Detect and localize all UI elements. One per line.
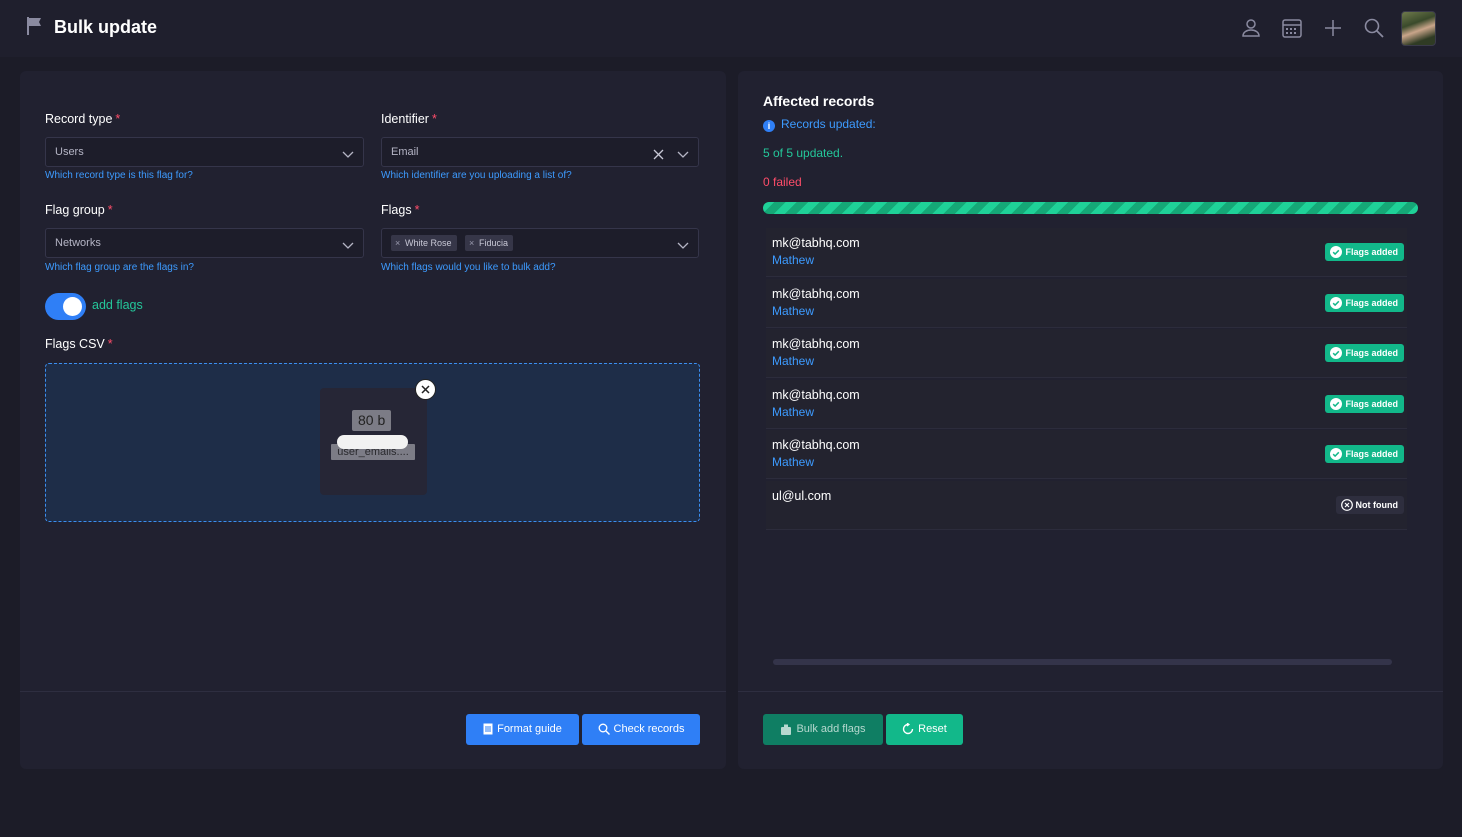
avatar[interactable] xyxy=(1401,11,1436,46)
top-bar: Bulk update xyxy=(0,0,1462,57)
add-flags-toggle[interactable] xyxy=(45,293,86,320)
status-badge-label: Flags added xyxy=(1345,298,1398,308)
flag-group-select[interactable]: Networks xyxy=(45,228,364,258)
close-icon xyxy=(421,385,430,394)
close-icon[interactable]: × xyxy=(395,235,400,251)
upload-progress-bar xyxy=(337,435,408,449)
record-type-help: Which record type is this flag for? xyxy=(45,170,193,181)
x-circle-icon xyxy=(1340,499,1353,517)
updated-count: 5 of 5 updated. xyxy=(763,146,844,160)
flag-icon xyxy=(26,16,44,41)
reset-button[interactable]: Reset xyxy=(886,714,963,745)
status-badge: Flags added xyxy=(1325,445,1404,463)
close-icon[interactable]: × xyxy=(469,235,474,251)
format-guide-button[interactable]: Format guide xyxy=(466,714,579,745)
document-icon xyxy=(483,723,493,735)
record-email: mk@tabhq.com xyxy=(772,287,860,301)
record-name-link[interactable]: Mathew xyxy=(772,253,814,267)
search-icon xyxy=(598,723,610,735)
check-circle-icon xyxy=(1330,297,1343,315)
toggle-knob xyxy=(63,297,82,316)
trash-icon xyxy=(781,724,792,735)
identifier-help: Which identifier are you uploading a lis… xyxy=(381,170,572,181)
chevron-down-icon xyxy=(342,147,354,165)
flags-help: Which flags would you like to bulk add? xyxy=(381,262,556,273)
info-icon: i xyxy=(763,120,775,132)
record-email: ul@ul.com xyxy=(772,489,832,503)
status-badge: Flags added xyxy=(1325,395,1404,413)
flag-group-value: Networks xyxy=(55,237,101,249)
table-row[interactable]: mk@tabhq.com Mathew Flags added xyxy=(766,380,1407,429)
flag-group-help: Which flag group are the flags in? xyxy=(45,262,194,273)
record-type-value: Users xyxy=(55,146,84,158)
chevron-down-icon xyxy=(342,238,354,256)
status-badge: Flags added xyxy=(1325,294,1404,312)
status-badge-label: Flags added xyxy=(1345,399,1398,409)
update-progress-bar xyxy=(763,202,1418,214)
record-type-select[interactable]: Users xyxy=(45,137,364,167)
identifier-select[interactable]: Email xyxy=(381,137,699,167)
flags-csv-label: Flags CSV * xyxy=(45,337,113,351)
status-badge-label: Not found xyxy=(1355,500,1398,510)
table-row[interactable]: mk@tabhq.com Mathew Flags added xyxy=(766,228,1407,277)
record-email: mk@tabhq.com xyxy=(772,236,860,250)
user-icon[interactable] xyxy=(1240,17,1262,39)
record-email: mk@tabhq.com xyxy=(772,438,860,452)
horizontal-scrollbar[interactable] xyxy=(773,659,1392,665)
status-badge: Flags added xyxy=(1325,344,1404,362)
status-badge-label: Flags added xyxy=(1345,348,1398,358)
check-circle-icon xyxy=(1330,246,1343,264)
record-name-link[interactable]: Mathew xyxy=(772,405,814,419)
table-row[interactable]: mk@tabhq.com Mathew Flags added xyxy=(766,279,1407,328)
identifier-label: Identifier * xyxy=(381,112,437,126)
record-name-link[interactable]: Mathew xyxy=(772,455,814,469)
search-icon[interactable] xyxy=(1363,17,1385,39)
identifier-value: Email xyxy=(391,146,419,158)
failed-count: 0 failed xyxy=(763,175,802,189)
flags-multiselect[interactable]: × White Rose × Fiducia xyxy=(381,228,699,258)
plus-icon[interactable] xyxy=(1322,17,1344,39)
record-type-label: Record type * xyxy=(45,112,121,126)
table-row[interactable]: ul@ul.com Not found xyxy=(766,481,1407,530)
record-email: mk@tabhq.com xyxy=(772,388,860,402)
chevron-down-icon xyxy=(677,147,689,165)
check-circle-icon xyxy=(1330,347,1343,365)
record-name-link[interactable]: Mathew xyxy=(772,304,814,318)
chevron-down-icon xyxy=(677,238,689,256)
file-size: 80 b xyxy=(352,410,392,431)
page-title: Bulk update xyxy=(54,17,158,37)
bulk-add-flags-button[interactable]: Bulk add flags xyxy=(763,714,883,745)
flag-tag[interactable]: × White Rose xyxy=(391,235,457,251)
check-circle-icon xyxy=(1330,448,1343,466)
status-badge: Not found xyxy=(1335,496,1404,517)
record-email: mk@tabhq.com xyxy=(772,337,860,351)
table-row[interactable]: mk@tabhq.com Mathew Flags added xyxy=(766,329,1407,378)
calendar-icon[interactable] xyxy=(1281,17,1303,39)
divider xyxy=(20,691,726,692)
status-badge-label: Flags added xyxy=(1345,247,1398,257)
check-records-button[interactable]: Check records xyxy=(582,714,700,745)
record-name-link[interactable]: Mathew xyxy=(772,354,814,368)
add-flags-toggle-label: add flags xyxy=(92,298,143,312)
refresh-icon xyxy=(902,722,914,735)
affected-records-title: Affected records xyxy=(763,93,875,109)
status-badge: Flags added xyxy=(1325,243,1404,261)
records-list: mk@tabhq.com Mathew Flags added mk@tabhq.co… xyxy=(766,228,1407,530)
divider xyxy=(738,691,1443,692)
flags-label: Flags * xyxy=(381,203,420,217)
status-badge-label: Flags added xyxy=(1345,449,1398,459)
flag-group-label: Flag group * xyxy=(45,203,113,217)
remove-file-button[interactable] xyxy=(415,379,436,400)
records-updated-info: i Records updated: xyxy=(763,117,876,132)
close-icon[interactable] xyxy=(653,147,664,165)
flag-tag[interactable]: × Fiducia xyxy=(465,235,514,251)
table-row[interactable]: mk@tabhq.com Mathew Flags added xyxy=(766,430,1407,479)
check-circle-icon xyxy=(1330,398,1343,416)
